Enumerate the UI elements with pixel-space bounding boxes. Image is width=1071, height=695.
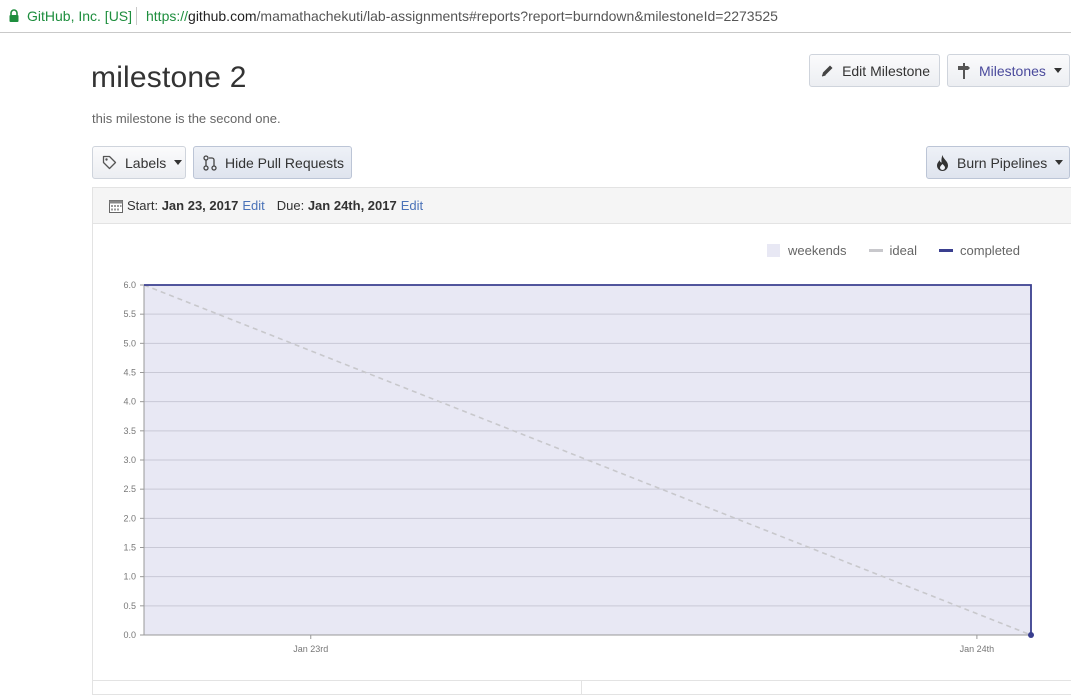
x-tick-label: Jan 23rd — [293, 644, 328, 654]
pull-request-icon — [203, 154, 217, 171]
hide-pull-requests-label: Hide Pull Requests — [225, 154, 345, 171]
weekends-swatch — [767, 244, 780, 257]
calendar-icon — [109, 199, 123, 213]
panel-footer — [93, 680, 1071, 695]
start-label: Start: — [127, 198, 159, 213]
url-text[interactable]: https://github.com/mamathachekuti/lab-as… — [146, 8, 778, 24]
page-title: milestone 2 — [91, 61, 247, 94]
burndown-chart: 0.0 0.5 1.0 1.5 2.0 2.5 3.0 3.5 4.0 4.5 5.0 5.5 6.0 J… — [123, 280, 1034, 654]
legend-weekends-label: weekends — [788, 243, 847, 258]
y-tick-label: 3.5 — [123, 426, 136, 436]
lock-icon — [9, 9, 19, 22]
chevron-down-icon — [174, 160, 183, 165]
y-tick-label: 4.5 — [123, 368, 136, 378]
edit-due-date-link[interactable]: Edit — [401, 198, 423, 213]
chevron-down-icon — [1053, 68, 1062, 73]
hide-pull-requests-toggle[interactable]: Hide Pull Requests — [193, 146, 352, 179]
y-tick-label: 0.5 — [123, 601, 136, 611]
due-date: Jan 24th, 2017 — [307, 198, 397, 213]
y-tick-label: 4.0 — [123, 397, 136, 407]
pencil-icon — [819, 63, 834, 79]
y-tick-label: 1.0 — [123, 572, 136, 582]
completed-swatch — [939, 249, 954, 252]
url-path: /mamathachekuti/lab-assignments#reports?… — [256, 8, 778, 24]
legend-ideal-label: ideal — [889, 243, 918, 258]
y-tick-label: 5.5 — [123, 309, 136, 319]
x-tick-label: Jan 24th — [960, 644, 995, 654]
edit-milestone-label: Edit Milestone — [842, 62, 930, 79]
chevron-down-icon — [1055, 160, 1064, 165]
y-tick-label: 2.5 — [123, 484, 136, 494]
labels-label: Labels — [125, 154, 167, 171]
legend-ideal[interactable]: ideal — [868, 243, 918, 258]
url-host: github.com — [188, 8, 257, 24]
milestone-signpost-icon — [957, 62, 971, 79]
burn-pipelines-label: Burn Pipelines — [957, 154, 1048, 171]
chart-legend: weekends ideal completed — [767, 243, 1020, 258]
milestone-description: this milestone is the second one. — [92, 111, 281, 126]
edit-start-date-link[interactable]: Edit — [242, 198, 264, 213]
url-scheme: https:// — [146, 8, 189, 24]
completed-point — [1028, 632, 1034, 638]
flame-icon — [936, 154, 949, 171]
y-tick-label: 5.0 — [123, 338, 136, 348]
ideal-swatch — [868, 249, 883, 252]
labels-dropdown[interactable]: Labels — [92, 146, 186, 179]
legend-completed-label: completed — [960, 243, 1020, 258]
start-date: Jan 23, 2017 — [161, 198, 239, 213]
address-divider — [136, 7, 137, 25]
y-tick-label: 6.0 — [123, 280, 136, 290]
burn-pipelines-dropdown[interactable]: Burn Pipelines — [926, 146, 1070, 179]
legend-weekends[interactable]: weekends — [767, 243, 847, 258]
y-tick-label: 0.0 — [123, 630, 136, 640]
y-tick-label: 3.0 — [123, 455, 136, 465]
milestones-dropdown[interactable]: Milestones — [947, 54, 1070, 87]
footer-divider — [581, 681, 582, 695]
edit-milestone-button[interactable]: Edit Milestone — [809, 54, 940, 87]
tag-icon — [102, 155, 117, 171]
due-label: Due: — [276, 198, 305, 213]
y-tick-label: 1.5 — [123, 543, 136, 553]
legend-completed[interactable]: completed — [939, 243, 1020, 258]
address-bar[interactable]: GitHub, Inc. [US] https://github.com/mam… — [0, 0, 1071, 33]
y-tick-label: 2.0 — [123, 513, 136, 523]
site-identity[interactable]: GitHub, Inc. [US] — [27, 8, 132, 24]
milestones-label: Milestones — [979, 62, 1046, 79]
milestone-dates-bar: Start: Jan 23, 2017 Edit Due: Jan 24th, … — [93, 188, 1071, 224]
